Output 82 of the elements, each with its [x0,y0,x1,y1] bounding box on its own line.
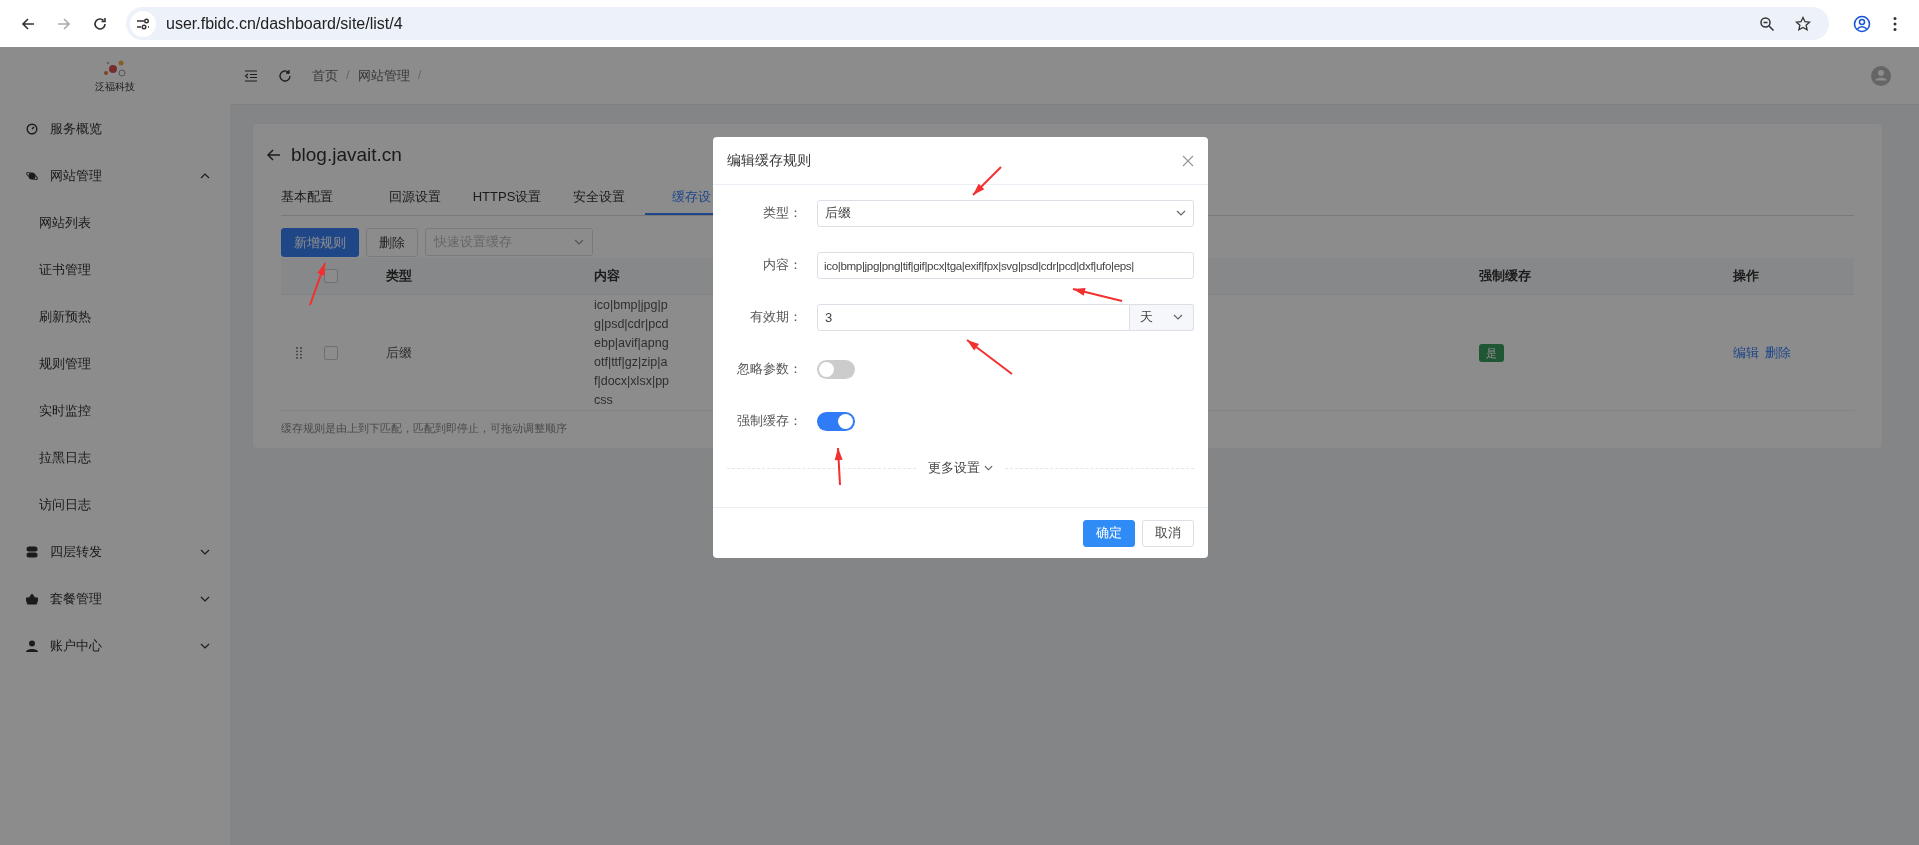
column-header: 类型 [386,268,412,283]
action-link[interactable]: 删除 [1765,343,1791,362]
breadcrumb-link[interactable]: 网站管理 [357,66,410,85]
basket-icon [26,592,38,605]
checkbox[interactable] [324,345,338,360]
star-icon[interactable] [1795,15,1811,32]
more-settings-link[interactable]: 更多设置 [928,459,993,477]
annotation-arrow [834,447,843,486]
menu-item[interactable]: 账户中心 [0,622,230,669]
input-field[interactable]: ico|bmp|jpg|png|tif|gif|pcx|tga|exif|fpx|svg|psd|cdr|pcd|dxf|ufo|eps| [817,251,1194,279]
submenu-item[interactable]: 规则管理 [0,340,230,387]
tab[interactable]: 基本配置 [281,180,333,215]
annotation-arrow [972,166,1002,196]
address-bar[interactable]: user.fbidc.cn/dashboard/site/list/4 [166,14,403,33]
gauge-icon [26,122,38,135]
delete-button[interactable]: 删除 [366,228,418,257]
submenu-item[interactable]: 刷新预热 [0,293,230,340]
table-cell-text: ico|bmp|jpg|p [594,296,668,314]
zoom-icon[interactable] [1759,15,1775,32]
menu-item[interactable]: 套餐管理 [0,575,230,622]
chevron-icon [574,239,584,245]
submenu-item[interactable]: 实时监控 [0,387,230,434]
action-link[interactable]: 编辑 [1733,343,1759,362]
tab[interactable]: HTTPS设置 [461,180,553,215]
chevron-icon [1176,210,1186,216]
back-arrow-icon[interactable] [267,149,281,161]
logo-text: 泛福科技 [95,80,135,94]
table-cell: 后缀 [386,344,412,360]
confirm-button[interactable]: 确定 [1083,519,1135,547]
site-title: blog.javait.cn [291,144,402,166]
column-header: 内容 [594,268,620,283]
tab[interactable]: 安全设置 [553,180,645,215]
back-icon[interactable] [20,15,36,32]
column-header: 强制缓存 [1479,268,1531,283]
menu-item[interactable]: 服务概览 [0,105,230,152]
user-icon [26,639,38,652]
column-header: 操作 [1733,268,1759,283]
checkbox[interactable] [324,269,338,283]
cancel-button[interactable]: 取消 [1142,519,1194,547]
refresh-icon[interactable] [278,68,292,83]
unit-select[interactable]: 天 [1130,303,1194,331]
chevron-icon [984,465,993,471]
annotation-arrow [309,262,326,306]
breadcrumb-link[interactable]: 首页 [312,66,338,85]
add-rule-button[interactable]: 新增规则 [281,228,359,257]
reload-icon[interactable] [92,15,108,32]
menu-item[interactable]: 网站管理 [0,152,230,199]
field-label: 忽略参数： [736,360,803,378]
toggles-icon [26,545,38,558]
dialog-title: 编辑缓存规则 [727,151,811,170]
toggle-switch[interactable] [817,411,855,431]
type-select[interactable]: 后缀 [817,199,1194,227]
breadcrumb-separator: / [346,66,350,84]
breadcrumb-separator: / [417,66,422,84]
field-label: 内容： [762,256,803,274]
site-info-icon[interactable] [130,10,156,37]
table-cell-text: f|docx|xlsx|pp [594,372,670,390]
annotation-arrow [1072,287,1123,302]
table-cell-text: css [594,391,613,409]
planet-icon [26,169,38,182]
field-label: 强制缓存： [736,412,803,430]
field-label: 有效期： [749,308,803,326]
submenu-item[interactable]: 网站列表 [0,199,230,246]
status-tag: 是 [1479,343,1504,362]
chevron-icon [1173,314,1183,320]
collapse-menu-icon[interactable] [244,69,258,82]
menu-icon[interactable] [1893,15,1897,32]
tab[interactable]: 回源设置 [369,180,461,215]
input-field[interactable]: 3 [817,303,1130,331]
annotation-arrow [966,339,1013,375]
toggle-switch[interactable] [817,359,855,379]
submenu-item[interactable]: 拉黑日志 [0,434,230,481]
drag-handle-icon[interactable] [295,346,302,359]
submenu-item[interactable]: 访问日志 [0,481,230,528]
close-icon[interactable] [1182,154,1194,167]
field-label: 类型： [762,204,803,222]
table-cell-text: ebp|avif|apng [594,334,669,352]
profile-icon[interactable] [1853,14,1871,33]
menu-item[interactable]: 四层转发 [0,528,230,575]
table-cell-text: g|psd|cdr|pcd [594,315,669,333]
submenu-item[interactable]: 证书管理 [0,246,230,293]
table-cell-text: otf|ttf|gz|zip|a [594,353,668,371]
